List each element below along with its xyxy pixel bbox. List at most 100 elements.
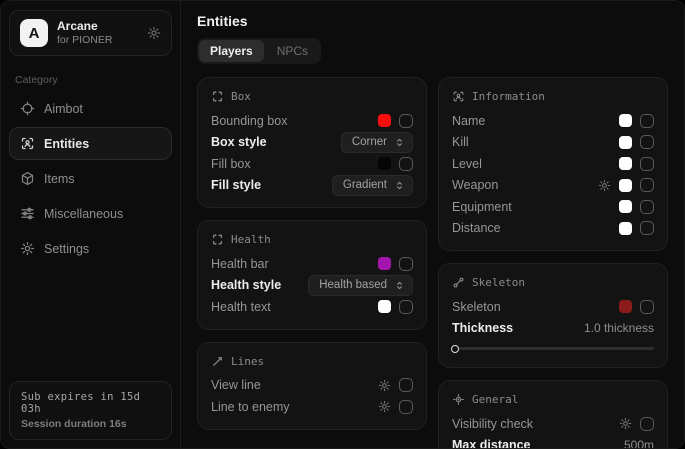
dropdown-value: Gradient	[343, 179, 387, 191]
setting-label: Weapon	[452, 178, 498, 192]
row-view-line: View line	[211, 375, 413, 397]
right-column: Information Name Kill	[438, 77, 668, 449]
setting-label: Visibility check	[452, 417, 533, 431]
color-swatch[interactable]	[619, 114, 632, 127]
sidebar-item-settings[interactable]: Settings	[9, 232, 172, 265]
checkbox[interactable]	[640, 200, 654, 214]
card-title: Health	[231, 233, 271, 246]
slider-thumb[interactable]	[451, 345, 459, 353]
color-swatch[interactable]	[378, 300, 391, 313]
checkbox[interactable]	[640, 417, 654, 431]
category-label: Category	[15, 74, 166, 86]
setting-label: Name	[452, 114, 485, 128]
card-lines-header: Lines	[211, 355, 413, 368]
gear-icon[interactable]	[619, 417, 632, 430]
tab-players[interactable]: Players	[199, 40, 264, 62]
setting-label: Max distance	[452, 438, 531, 449]
checkbox[interactable]	[640, 157, 654, 171]
sub-expires-text: Sub expires in 15d 03h	[21, 391, 160, 415]
gear-icon[interactable]	[598, 179, 611, 192]
bone-icon	[452, 276, 465, 289]
session-duration-text: Session duration 16s	[21, 418, 160, 430]
setting-label: Kill	[452, 135, 469, 149]
checkbox[interactable]	[640, 178, 654, 192]
checkbox[interactable]	[399, 400, 413, 414]
gear-icon[interactable]	[378, 379, 391, 392]
card-information-header: Information	[452, 90, 654, 103]
tab-npcs[interactable]: NPCs	[266, 40, 319, 62]
checkbox[interactable]	[640, 300, 654, 314]
row-level: Level	[452, 153, 654, 175]
setting-label: Thickness	[452, 321, 513, 335]
setting-label: Equipment	[452, 200, 512, 214]
app-subtitle: for PIONER	[57, 34, 112, 47]
card-lines: Lines View line Line to enemy	[197, 342, 427, 430]
card-health: Health Health bar Health style Health ba…	[197, 220, 427, 330]
sidebar: A Arcane for PIONER Category Aimbot Enti…	[1, 1, 181, 448]
row-box-style: Box style Corner	[211, 132, 413, 154]
card-general-header: General	[452, 393, 654, 406]
card-title: Box	[231, 90, 251, 103]
sidebar-item-label: Entities	[44, 137, 89, 151]
sidebar-item-entities[interactable]: Entities	[9, 127, 172, 160]
setting-label: Health text	[211, 300, 271, 314]
focus-icon	[452, 393, 465, 406]
left-column: Box Bounding box Box style Corner	[197, 77, 427, 449]
card-box-header: Box	[211, 90, 413, 103]
chevron-up-down-icon	[394, 280, 405, 291]
row-health-text: Health text	[211, 296, 413, 318]
thickness-slider[interactable]	[452, 347, 654, 350]
person-scan-icon	[452, 90, 465, 103]
brand-gear-icon[interactable]	[147, 26, 161, 40]
color-swatch[interactable]	[619, 157, 632, 170]
checkbox[interactable]	[399, 257, 413, 271]
row-health-bar: Health bar	[211, 253, 413, 275]
row-max-distance: Max distance 500m	[452, 435, 654, 449]
card-information: Information Name Kill	[438, 77, 668, 251]
color-swatch[interactable]	[619, 179, 632, 192]
app-name: Arcane	[57, 19, 112, 34]
color-swatch[interactable]	[378, 157, 391, 170]
color-swatch[interactable]	[378, 257, 391, 270]
checkbox[interactable]	[399, 300, 413, 314]
checkbox[interactable]	[399, 378, 413, 392]
checkbox[interactable]	[640, 114, 654, 128]
card-health-header: Health	[211, 233, 413, 246]
app-window: A Arcane for PIONER Category Aimbot Enti…	[0, 0, 685, 449]
sidebar-item-aimbot[interactable]: Aimbot	[9, 92, 172, 125]
row-equipment: Equipment	[452, 196, 654, 218]
box-style-dropdown[interactable]: Corner	[341, 132, 413, 153]
color-swatch[interactable]	[619, 222, 632, 235]
health-style-dropdown[interactable]: Health based	[308, 275, 413, 296]
color-swatch[interactable]	[619, 136, 632, 149]
setting-label: Skeleton	[452, 300, 501, 314]
row-weapon: Weapon	[452, 175, 654, 197]
person-scan-icon	[20, 136, 35, 151]
brackets-icon	[211, 233, 224, 246]
fill-style-dropdown[interactable]: Gradient	[332, 175, 413, 196]
dropdown-value: Corner	[352, 136, 387, 148]
sidebar-item-items[interactable]: Items	[9, 162, 172, 195]
chevron-up-down-icon	[394, 180, 405, 191]
gear-icon[interactable]	[378, 400, 391, 413]
checkbox[interactable]	[640, 221, 654, 235]
color-swatch[interactable]	[619, 200, 632, 213]
color-swatch[interactable]	[378, 114, 391, 127]
brand-card: A Arcane for PIONER	[9, 10, 172, 56]
card-box: Box Bounding box Box style Corner	[197, 77, 427, 208]
checkbox[interactable]	[399, 114, 413, 128]
setting-label: Fill style	[211, 178, 261, 192]
sidebar-item-miscellaneous[interactable]: Miscellaneous	[9, 197, 172, 230]
row-distance: Distance	[452, 218, 654, 240]
setting-label: Level	[452, 157, 482, 171]
app-logo: A	[20, 19, 48, 47]
checkbox[interactable]	[399, 157, 413, 171]
row-thickness: Thickness 1.0 thickness	[452, 318, 654, 340]
cube-icon	[20, 171, 35, 186]
setting-label: Line to enemy	[211, 400, 290, 414]
checkbox[interactable]	[640, 135, 654, 149]
card-general: General Visibility check Max distance 50…	[438, 380, 668, 449]
color-swatch[interactable]	[619, 300, 632, 313]
setting-label: Fill box	[211, 157, 251, 171]
row-bounding-box: Bounding box	[211, 110, 413, 132]
